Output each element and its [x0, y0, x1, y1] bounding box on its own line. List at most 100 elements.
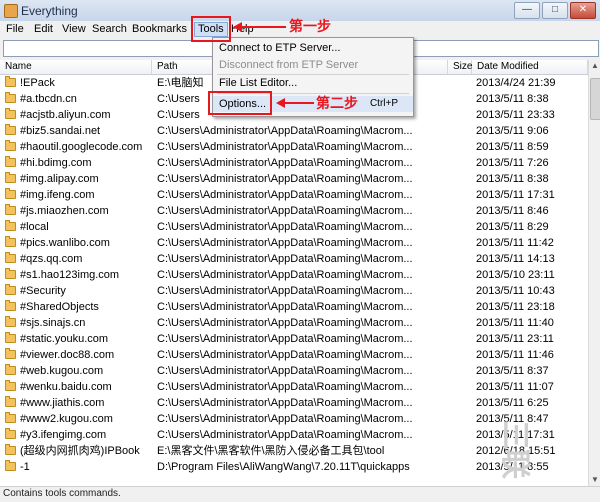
- folder-icon: [5, 172, 16, 183]
- table-row[interactable]: #SharedObjects C:\Users\Administrator\App…: [0, 299, 588, 315]
- row-date-modified: 2013/5/11 10:43: [476, 285, 555, 297]
- row-name: #web.kugou.com: [20, 365, 104, 377]
- step2-arrow-line: [283, 102, 314, 104]
- folder-icon: [5, 156, 16, 167]
- row-size: [452, 348, 472, 362]
- row-path: C:\Users\Administrator\AppData\Roaming\M…: [157, 269, 413, 281]
- column-date-modified[interactable]: Date Modified: [472, 60, 588, 74]
- everything-window: Everything — □ ✕ File Edit View Search B…: [0, 0, 600, 502]
- window-title: Everything: [21, 4, 78, 18]
- close-button[interactable]: ✕: [570, 2, 596, 19]
- vertical-scrollbar[interactable]: ▲ ▼: [588, 60, 600, 486]
- minimize-icon: —: [522, 4, 532, 15]
- maximize-icon: □: [551, 4, 559, 15]
- row-name: -1: [20, 461, 30, 473]
- folder-icon: [5, 444, 16, 455]
- folder-icon: [5, 380, 16, 391]
- row-path: C:\Users\Administrator\AppData\Roaming\M…: [157, 285, 413, 297]
- table-row[interactable]: #sjs.sinajs.cn C:\Users\Administrator\App…: [0, 315, 588, 331]
- menu-search[interactable]: Search: [92, 23, 127, 36]
- row-name: #img.ifeng.com: [20, 189, 95, 201]
- row-path: C:\Users\Administrator\AppData\Roaming\M…: [157, 429, 413, 441]
- row-name: #static.youku.com: [20, 333, 109, 345]
- folder-icon: [5, 348, 16, 359]
- table-row[interactable]: #www.jiathis.com C:\Users\Administrator\A…: [0, 395, 588, 411]
- folder-icon: [5, 124, 16, 135]
- row-path: C:\Users\Administrator\AppData\Roaming\M…: [157, 173, 413, 185]
- row-size: [452, 108, 472, 122]
- row-size: [452, 252, 472, 266]
- row-size: [452, 364, 472, 378]
- status-text: Contains tools commands.: [3, 488, 121, 499]
- row-name: #local: [20, 221, 49, 233]
- table-row[interactable]: #qzs.qq.com C:\Users\Administrator\AppDat…: [0, 251, 588, 267]
- row-size: [452, 220, 472, 234]
- row-date-modified: 2013/5/11 23:11: [476, 333, 554, 345]
- row-size: [452, 156, 472, 170]
- row-path: C:\Users\Administrator\AppData\Roaming\M…: [157, 205, 413, 217]
- menu-bookmarks[interactable]: Bookmarks: [132, 23, 187, 36]
- row-size: [452, 204, 472, 218]
- row-name: #sjs.sinajs.cn: [20, 317, 86, 329]
- table-row[interactable]: #img.ifeng.com C:\Users\Administrator\App…: [0, 187, 588, 203]
- menu-edit[interactable]: Edit: [34, 23, 53, 36]
- maximize-button[interactable]: □: [542, 2, 568, 19]
- table-row[interactable]: #js.miaozhen.com C:\Users\Administrator\A…: [0, 203, 588, 219]
- options-highlight-box: [208, 91, 272, 115]
- table-row[interactable]: #haoutil.googlecode.com C:\Users\Administ…: [0, 139, 588, 155]
- scroll-down-icon[interactable]: ▼: [589, 474, 600, 486]
- folder-icon: [5, 396, 16, 407]
- folder-icon: [5, 76, 16, 87]
- table-row[interactable]: #web.kugou.com C:\Users\Administrator\App…: [0, 363, 588, 379]
- folder-icon: [5, 252, 16, 263]
- row-name: #viewer.doc88.com: [20, 349, 115, 361]
- row-size: [452, 92, 472, 106]
- menu-view[interactable]: View: [62, 23, 86, 36]
- table-row[interactable]: #wenku.baidu.com C:\Users\Administrator\A…: [0, 379, 588, 395]
- table-row[interactable]: #biz5.sandai.net C:\Users\Administrator\A…: [0, 123, 588, 139]
- row-size: [452, 428, 472, 442]
- row-path: C:\Users\Administrator\AppData\Roaming\M…: [157, 381, 413, 393]
- folder-icon: [5, 140, 16, 151]
- menu-item-connect-etp[interactable]: Connect to ETP Server...: [213, 40, 413, 56]
- table-row[interactable]: #local C:\Users\Administrator\AppData\Roa…: [0, 219, 588, 235]
- row-date-modified: 2013/4/24 21:39: [476, 77, 556, 89]
- menu-item-file-list-editor[interactable]: File List Editor...: [213, 75, 413, 91]
- tools-highlight-box: [191, 16, 231, 42]
- table-row[interactable]: #img.alipay.com C:\Users\Administrator\Ap…: [0, 171, 588, 187]
- row-size: [452, 140, 472, 154]
- folder-icon: [5, 92, 16, 103]
- row-path: E:\黑客文件\黑客软件\黑防入侵必备工具包\tool: [157, 445, 385, 457]
- row-date-modified: 2013/5/11 8:29: [476, 221, 549, 233]
- menu-item-shortcut: Ctrl+P: [369, 98, 398, 109]
- scroll-thumb[interactable]: [590, 78, 600, 120]
- row-path: C:\Users\Administrator\AppData\Roaming\M…: [157, 333, 413, 345]
- row-size: [452, 332, 472, 346]
- menu-file[interactable]: File: [6, 23, 24, 36]
- step1-arrow-icon: [233, 22, 242, 32]
- table-row[interactable]: #static.youku.com C:\Users\Administrator\…: [0, 331, 588, 347]
- table-row[interactable]: #hi.bdimg.com C:\Users\Administrator\AppD…: [0, 155, 588, 171]
- row-name: #acjstb.aliyun.com: [20, 109, 111, 121]
- table-row[interactable]: #Security C:\Users\Administrator\AppData\…: [0, 283, 588, 299]
- row-date-modified: 2013/5/11 8:46: [476, 205, 549, 217]
- minimize-button[interactable]: —: [514, 2, 540, 19]
- table-row[interactable]: #pics.wanlibo.com C:\Users\Administrator\…: [0, 235, 588, 251]
- row-size: [452, 316, 472, 330]
- row-size: [452, 188, 472, 202]
- row-name: #wenku.baidu.com: [20, 381, 112, 393]
- scroll-up-icon[interactable]: ▲: [589, 60, 600, 72]
- folder-icon: [5, 188, 16, 199]
- row-path: C:\Users\Administrator\AppData\Roaming\M…: [157, 397, 413, 409]
- table-row[interactable]: #viewer.doc88.com C:\Users\Administrator\…: [0, 347, 588, 363]
- folder-icon: [5, 460, 16, 471]
- column-size[interactable]: Size: [448, 60, 472, 74]
- table-row[interactable]: #s1.hao123img.com C:\Users\Administrator\…: [0, 267, 588, 283]
- column-name[interactable]: Name: [0, 60, 152, 74]
- row-date-modified: 2013/5/11 17:31: [476, 189, 555, 201]
- row-name: #hi.bdimg.com: [20, 157, 92, 169]
- row-name: #www2.kugou.com: [20, 413, 113, 425]
- row-date-modified: 2013/5/11 23:18: [476, 301, 555, 313]
- folder-icon: [5, 220, 16, 231]
- row-size: [452, 380, 472, 394]
